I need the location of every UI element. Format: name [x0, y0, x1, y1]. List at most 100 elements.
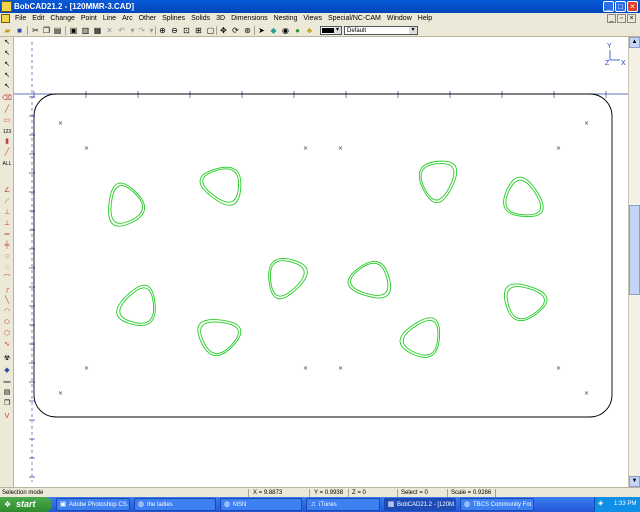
circle-3point-icon[interactable]: ◌: [2, 264, 12, 272]
pocket[interactable]: [101, 181, 151, 234]
drawing-canvas[interactable]: × × × × × × × × × × × × Y Z X: [14, 37, 628, 487]
erase-icon[interactable]: ⌫: [2, 95, 12, 103]
select-tool-icon[interactable]: ↖: [2, 39, 12, 47]
delete-icon[interactable]: ✕: [105, 26, 114, 35]
properties-icon[interactable]: ▦: [93, 26, 102, 35]
menu-file[interactable]: File: [12, 13, 29, 24]
layer-manager-icon[interactable]: ♣: [305, 26, 314, 35]
angle-line-icon[interactable]: ∠: [2, 187, 12, 195]
pocket[interactable]: [191, 312, 244, 362]
copy-icon[interactable]: ❐: [42, 26, 51, 35]
rectangle-tool-icon[interactable]: ▭: [2, 117, 12, 125]
undo-icon[interactable]: ↶: [117, 26, 126, 35]
rotate-view-icon[interactable]: ⟳: [231, 26, 240, 35]
menu-nesting[interactable]: Nesting: [271, 13, 301, 24]
toolpath-pockets[interactable]: [101, 150, 550, 365]
shape-icon[interactable]: ◆: [2, 367, 12, 375]
pocket[interactable]: [395, 315, 448, 365]
cut-icon[interactable]: ✂: [31, 26, 40, 35]
ellipse-icon[interactable]: ⬭: [2, 319, 12, 327]
tray-network-icon[interactable]: ◈: [598, 500, 606, 508]
menu-help[interactable]: Help: [415, 13, 435, 24]
task-itunes[interactable]: ♫ iTunes: [306, 498, 380, 511]
view-eye-icon[interactable]: ◉: [281, 26, 290, 35]
pocket-toolpath[interactable]: [499, 279, 547, 326]
layer-visibility-icon[interactable]: ●: [293, 26, 302, 35]
scroll-up-button[interactable]: ▲: [629, 37, 640, 48]
chevron-down-icon[interactable]: V: [2, 413, 12, 421]
color-picker[interactable]: ▾: [320, 26, 342, 35]
gear-icon[interactable]: ▬: [2, 378, 12, 386]
menu-window[interactable]: Window: [384, 13, 415, 24]
zoom-window-icon[interactable]: ⊡: [182, 26, 191, 35]
offset-icon[interactable]: ◠: [2, 308, 12, 316]
zoom-all-icon[interactable]: ⊞: [194, 26, 203, 35]
doc-close-button[interactable]: ×: [627, 14, 636, 23]
pocket-toolpath[interactable]: [345, 253, 400, 306]
undo-dropdown-icon[interactable]: ▾: [128, 26, 137, 35]
task-photoshop[interactable]: ▣ Adobe Photoshop CS...: [56, 498, 130, 511]
pocket[interactable]: [345, 253, 400, 306]
start-button[interactable]: ❖ start: [0, 497, 52, 512]
fillet-icon[interactable]: ╭: [2, 286, 12, 294]
minimize-button[interactable]: _: [603, 1, 614, 12]
horizontal-line-icon[interactable]: ═: [2, 231, 12, 239]
pocket[interactable]: [410, 150, 466, 206]
vertical-line-icon[interactable]: ╪: [2, 242, 12, 250]
menu-special-nc-cam[interactable]: Special/NC-CAM: [325, 13, 384, 24]
chevron-down-icon[interactable]: ▾: [334, 27, 341, 34]
select-arrow-icon[interactable]: ➤: [257, 26, 266, 35]
shade-icon[interactable]: ◆: [269, 26, 278, 35]
bobcad-app-icon[interactable]: [1, 1, 12, 12]
task-bobcad[interactable]: ▦ BobCAD21.2 - [120M...: [384, 498, 456, 511]
scroll-thumb[interactable]: [629, 205, 640, 295]
menu-solids[interactable]: Solids: [188, 13, 213, 24]
zoom-fit-icon[interactable]: ▢: [206, 26, 215, 35]
scale-tool-icon[interactable]: 123: [2, 128, 12, 136]
spline-icon[interactable]: ∿: [2, 341, 12, 349]
radiation-icon[interactable]: ☢: [2, 355, 12, 363]
tangent-line-icon[interactable]: ⟂: [2, 220, 12, 228]
open-folder-icon[interactable]: ▰: [3, 26, 12, 35]
pocket[interactable]: [496, 172, 546, 225]
redo-icon[interactable]: ↷: [137, 26, 146, 35]
maximize-button[interactable]: □: [615, 1, 626, 12]
pocket-toolpath[interactable]: [348, 256, 396, 303]
menu-other[interactable]: Other: [136, 13, 160, 24]
menu-splines[interactable]: Splines: [159, 13, 188, 24]
arc-3point-icon[interactable]: ⌒: [2, 275, 12, 283]
paste-icon[interactable]: ▤: [53, 26, 62, 35]
part-outline[interactable]: [33, 93, 613, 418]
pocket-toolpath[interactable]: [196, 157, 252, 213]
cad-drawing[interactable]: × × × × × × × × × × × × Y Z X: [14, 37, 628, 487]
arc-tool-icon[interactable]: ╱: [2, 149, 12, 157]
print-preview-icon[interactable]: ▥: [81, 26, 90, 35]
zoom-dynamic-icon[interactable]: ⊛: [243, 26, 252, 35]
copy-tool-icon[interactable]: ❐: [2, 400, 12, 408]
menu-dimensions[interactable]: Dimensions: [228, 13, 271, 24]
menu-views[interactable]: Views: [300, 13, 325, 24]
circle-tool-icon[interactable]: ○: [2, 253, 12, 261]
menu-3d[interactable]: 3D: [213, 13, 228, 24]
pocket-toolpath[interactable]: [191, 312, 244, 362]
menu-point[interactable]: Point: [78, 13, 100, 24]
task-tbcs-community[interactable]: ◍ TBCS Community For...: [460, 498, 534, 511]
zoom-in-icon[interactable]: ⊕: [158, 26, 167, 35]
pocket-toolpath[interactable]: [495, 275, 550, 328]
chamfer-icon[interactable]: ╲: [2, 297, 12, 305]
select-all-icon[interactable]: ↖: [2, 72, 12, 80]
zoom-out-icon[interactable]: ⊖: [170, 26, 179, 35]
polygon-icon[interactable]: ⬡: [2, 330, 12, 338]
pocket[interactable]: [259, 249, 314, 302]
layer-select[interactable]: Default ▾: [344, 26, 418, 35]
select-layer-icon[interactable]: ↖: [2, 83, 12, 91]
parallel-line-icon[interactable]: ⟋: [2, 198, 12, 206]
pocket[interactable]: [110, 282, 165, 335]
doc-restore-button[interactable]: ▫: [617, 14, 626, 23]
menu-arc[interactable]: Arc: [119, 13, 136, 24]
doc-minimize-button[interactable]: _: [607, 14, 616, 23]
chevron-down-icon[interactable]: ▾: [409, 27, 417, 34]
pocket[interactable]: [495, 275, 550, 328]
pocket-toolpath[interactable]: [410, 150, 466, 206]
scroll-down-button[interactable]: ▼: [629, 476, 640, 487]
